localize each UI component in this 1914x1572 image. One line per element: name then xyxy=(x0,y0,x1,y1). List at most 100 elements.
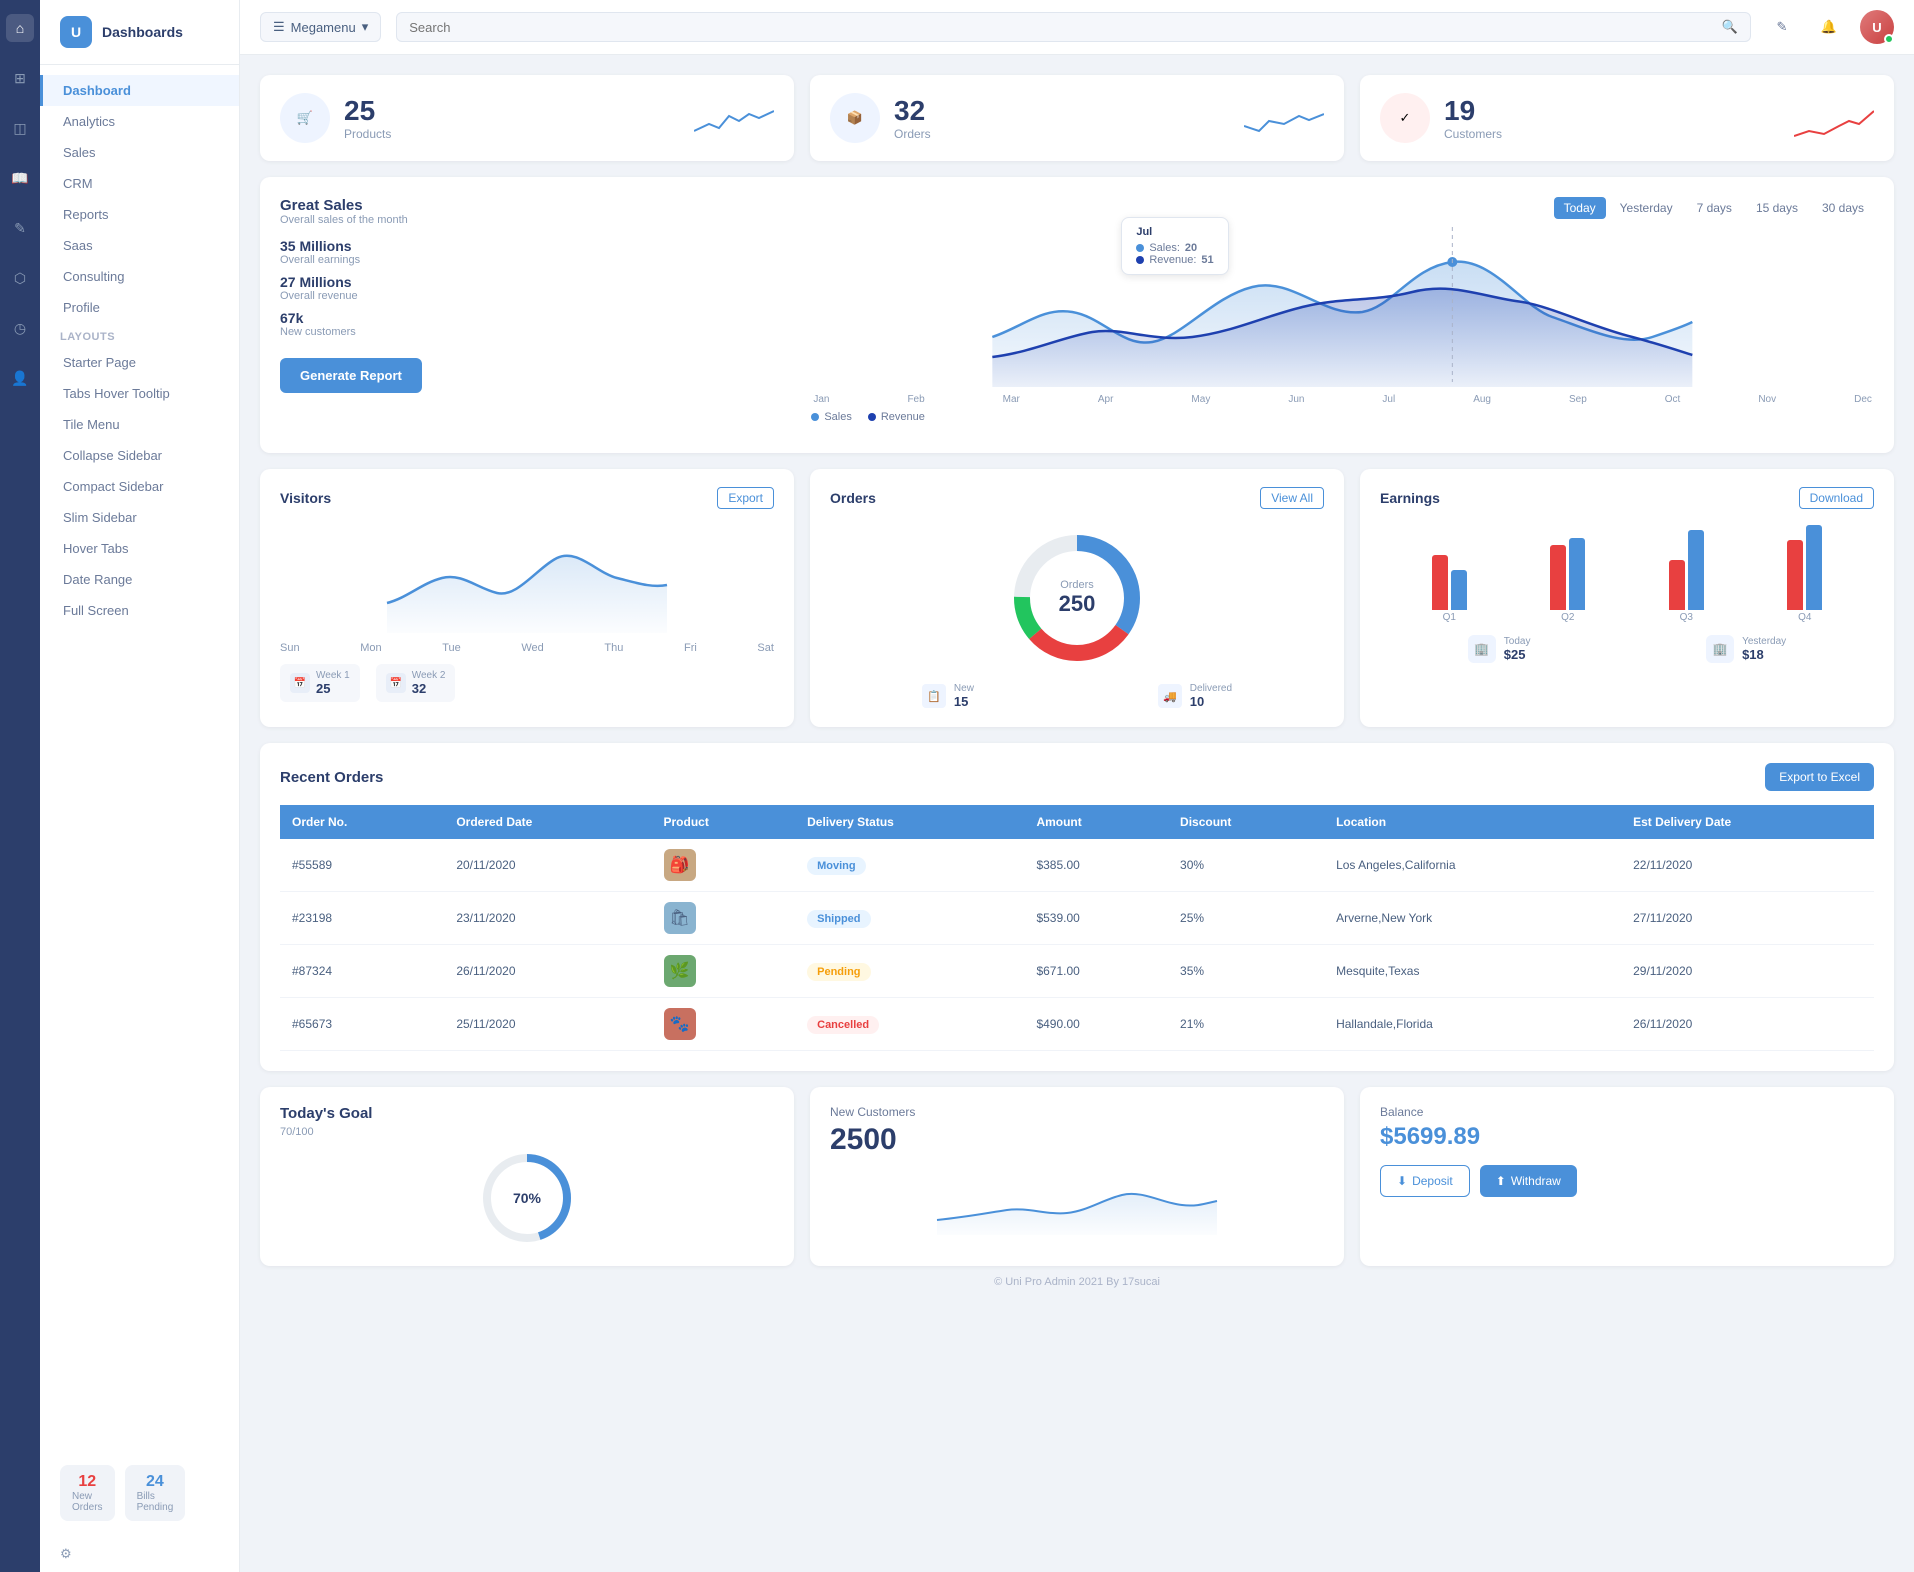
settings-icon[interactable]: ⚙ xyxy=(40,1536,239,1572)
sidebar-item-tile-menu[interactable]: Tile Menu xyxy=(40,409,239,440)
week2-info: Week 2 32 xyxy=(412,670,446,696)
q1-bars xyxy=(1432,555,1467,610)
puzzle-icon[interactable]: ⬡ xyxy=(6,264,34,292)
products-label: Products xyxy=(344,127,694,141)
sidebar-item-crm[interactable]: CRM xyxy=(40,168,239,199)
home-icon[interactable]: ⌂ xyxy=(6,14,34,42)
sidebar-nav: Dashboard Analytics Sales CRM Reports Sa… xyxy=(40,65,239,1450)
status-badge[interactable]: Moving xyxy=(807,857,866,875)
sidebar-item-saas[interactable]: Saas xyxy=(40,230,239,261)
deposit-button[interactable]: ⬇ Deposit xyxy=(1380,1165,1470,1197)
visitors-export-button[interactable]: Export xyxy=(717,487,774,509)
tooltip-sales: Sales: 20 xyxy=(1136,242,1213,254)
sidebar-item-collapse[interactable]: Collapse Sidebar xyxy=(40,440,239,471)
sidebar-item-fullscreen[interactable]: Full Screen xyxy=(40,595,239,626)
tab-30days[interactable]: 30 days xyxy=(1812,197,1874,219)
sidebar-item-slim[interactable]: Slim Sidebar xyxy=(40,502,239,533)
status-badge[interactable]: Pending xyxy=(807,963,870,981)
new-orders-num: 12 xyxy=(78,1473,96,1491)
sidebar-item-tabs-hover[interactable]: Tabs Hover Tooltip xyxy=(40,378,239,409)
delivered-info: Delivered 10 xyxy=(1190,683,1232,709)
sidebar-item-analytics[interactable]: Analytics xyxy=(40,106,239,137)
book-icon[interactable]: 📖 xyxy=(6,164,34,192)
orders-panel: Orders View All Orders 250 xyxy=(810,469,1344,727)
sidebar-item-consulting[interactable]: Consulting xyxy=(40,261,239,292)
footer-text: © Uni Pro Admin 2021 By 17sucai xyxy=(994,1276,1160,1288)
cell-status: Shipped xyxy=(795,892,1024,945)
cell-delivery-date: 27/11/2020 xyxy=(1621,892,1874,945)
view-all-button[interactable]: View All xyxy=(1260,487,1324,509)
new-order-label: New xyxy=(954,683,974,694)
sidebar-item-reports[interactable]: Reports xyxy=(40,199,239,230)
q3-blue-bar xyxy=(1688,530,1704,610)
q4-red-bar xyxy=(1787,540,1803,610)
tab-7days[interactable]: 7 days xyxy=(1687,197,1742,219)
export-excel-button[interactable]: Export to Excel xyxy=(1765,763,1874,791)
sidebar-icon-strip: ⌂ ⊞ ◫ 📖 ✎ ⬡ ◷ 👤 xyxy=(0,0,40,1572)
orders-panel-title: Orders xyxy=(830,490,876,506)
col-amount: Amount xyxy=(1024,805,1168,839)
today-label: Today xyxy=(1504,636,1531,647)
cell-discount: 35% xyxy=(1168,945,1324,998)
generate-report-button[interactable]: Generate Report xyxy=(280,358,422,393)
yesterday-earning-info: Yesterday $18 xyxy=(1742,636,1786,662)
today-earning-info: Today $25 xyxy=(1504,636,1531,662)
x-sat: Sat xyxy=(757,642,774,654)
x-label-jul: Jul xyxy=(1382,394,1395,405)
sidebar-bottom: 12 NewOrders 24 BillsPending xyxy=(40,1450,239,1536)
cell-discount: 21% xyxy=(1168,998,1324,1051)
download-button[interactable]: Download xyxy=(1799,487,1874,509)
clock-icon[interactable]: ◷ xyxy=(6,314,34,342)
balance-amount: $5699.89 xyxy=(1380,1123,1874,1151)
x-label-may: May xyxy=(1191,394,1210,405)
sidebar-item-profile[interactable]: Profile xyxy=(40,292,239,323)
tab-15days[interactable]: 15 days xyxy=(1746,197,1808,219)
week1-label: Week 1 xyxy=(316,670,350,681)
sidebar-item-sales[interactable]: Sales xyxy=(40,137,239,168)
app-title: Dashboards xyxy=(102,24,183,40)
tab-today[interactable]: Today xyxy=(1554,197,1606,219)
q2-red-bar xyxy=(1550,545,1566,610)
q3-label: Q3 xyxy=(1680,612,1693,623)
new-customers-num: 2500 xyxy=(830,1123,1324,1157)
bell-icon[interactable]: 🔔 xyxy=(1813,11,1845,43)
q1-label: Q1 xyxy=(1443,612,1456,623)
balance-label: Balance xyxy=(1380,1105,1874,1119)
tooltip-revenue-dot xyxy=(1136,256,1144,264)
status-badge[interactable]: Cancelled xyxy=(807,1016,879,1034)
cell-location: Mesquite,Texas xyxy=(1324,945,1621,998)
edit-icon[interactable]: ✎ xyxy=(6,214,34,242)
edit-topbar-icon[interactable]: ✎ xyxy=(1766,11,1798,43)
sidebar-item-hover-tabs[interactable]: Hover Tabs xyxy=(40,533,239,564)
dashboard-content: 🛒 25 Products 📦 32 Orders xyxy=(240,55,1914,1572)
layers-icon[interactable]: ◫ xyxy=(6,114,34,142)
tab-yesterday[interactable]: Yesterday xyxy=(1610,197,1683,219)
search-bar: 🔍 xyxy=(396,12,1751,42)
search-input[interactable] xyxy=(409,20,1714,35)
balance-card: Balance $5699.89 ⬇ Deposit ⬆ Withdraw xyxy=(1360,1087,1894,1266)
user-strip-icon[interactable]: 👤 xyxy=(6,364,34,392)
chart-legend: Sales Revenue xyxy=(811,411,1874,423)
donut-orders-word: Orders xyxy=(1059,579,1096,591)
megamenu-button[interactable]: ☰ Megamenu ▾ xyxy=(260,12,381,42)
sidebar-item-compact[interactable]: Compact Sidebar xyxy=(40,471,239,502)
grid-icon[interactable]: ⊞ xyxy=(6,64,34,92)
sales-info: Great Sales Overall sales of the month 3… xyxy=(280,197,811,393)
cell-order-no: #55589 xyxy=(280,839,444,892)
product-thumbnail: 🌿 xyxy=(664,955,696,987)
new-orders-stat: 📋 New 15 xyxy=(922,683,974,709)
earnings-q1: Q1 xyxy=(1432,555,1467,623)
col-product: Product xyxy=(652,805,796,839)
sidebar-item-dashboard[interactable]: Dashboard xyxy=(40,75,239,106)
sidebar-item-starter[interactable]: Starter Page xyxy=(40,347,239,378)
avatar[interactable]: U xyxy=(1860,10,1894,44)
new-orders-badge: 12 NewOrders xyxy=(60,1465,115,1521)
q4-bars xyxy=(1787,525,1822,610)
new-orders-label: NewOrders xyxy=(72,1491,103,1513)
x-axis-labels: Jan Feb Mar Apr May Jun Jul Aug Sep Oct … xyxy=(811,394,1874,405)
hamburger-icon: ☰ xyxy=(273,19,285,35)
status-badge[interactable]: Shipped xyxy=(807,910,870,928)
withdraw-button[interactable]: ⬆ Withdraw xyxy=(1480,1165,1577,1197)
cell-status: Pending xyxy=(795,945,1024,998)
sidebar-item-date-range[interactable]: Date Range xyxy=(40,564,239,595)
